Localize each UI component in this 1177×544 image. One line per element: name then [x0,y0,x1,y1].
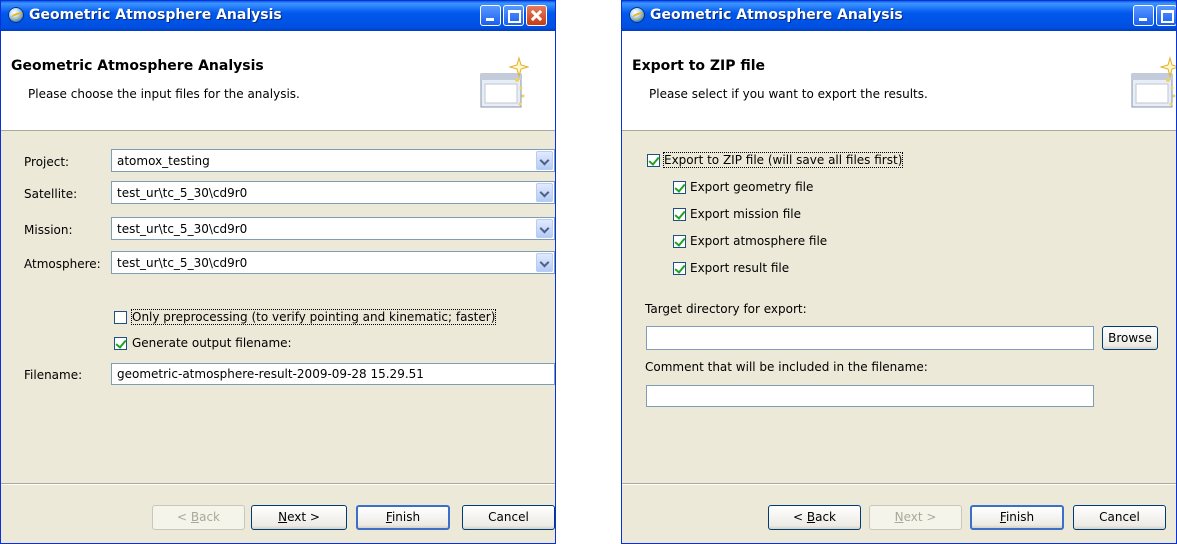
page-subtitle: Please choose the input files for the an… [28,87,300,101]
page-title: Geometric Atmosphere Analysis [11,58,264,74]
chevron-down-icon[interactable] [536,253,553,272]
back-button[interactable]: < Back [768,505,861,530]
back-mnemonic: B [806,510,816,524]
comment-field[interactable] [646,385,1094,407]
window-title: Geometric Atmosphere Analysis [650,7,903,23]
export-result-label[interactable]: Export result file [690,261,789,275]
export-result-checkbox[interactable] [673,262,686,275]
export-zip-checkbox[interactable] [647,154,660,167]
filename-value: geometric-atmosphere-result-2009-09-28 1… [117,367,424,381]
export-atmosphere-label[interactable]: Export atmosphere file [690,234,827,248]
back-rest: ack [199,510,220,524]
minimize-icon[interactable] [480,5,501,26]
export-geometry-label[interactable]: Export geometry file [690,180,813,194]
export-mission-label[interactable]: Export mission file [690,207,801,221]
close-icon[interactable] [526,5,547,26]
window-title: Geometric Atmosphere Analysis [29,7,282,23]
next-mnemonic: N [894,510,904,524]
maximize-icon[interactable] [503,5,524,26]
wizard-window-export-zip: Geometric Atmosphere Analysis Export to … [621,0,1177,544]
app-globe-icon [629,7,645,23]
satellite-combo[interactable]: test_ur\tc_5_30\cd9r0 [111,181,555,204]
page-subtitle: Please select if you want to export the … [649,87,928,101]
mission-value: test_ur\tc_5_30\cd9r0 [117,222,248,236]
filename-field[interactable]: geometric-atmosphere-result-2009-09-28 1… [111,363,555,385]
title-bar[interactable]: Geometric Atmosphere Analysis [622,1,1176,31]
only-preprocessing-checkbox[interactable] [114,311,127,324]
next-mnemonic: N [278,510,288,524]
back-rest: ack [815,510,836,524]
title-bar[interactable]: Geometric Atmosphere Analysis [1,1,555,31]
chevron-down-icon[interactable] [536,183,553,202]
finish-button[interactable]: Finish [970,505,1064,530]
next-rest: ext > [903,510,937,524]
page-title: Export to ZIP file [632,58,766,74]
back-prefix: < [792,510,807,524]
wizard-window-icon [1131,56,1176,108]
project-value: atomox_testing [117,154,210,168]
comment-label: Comment that will be included in the fil… [645,360,928,374]
wizard-header: Geometric Atmosphere Analysis Please cho… [1,31,555,131]
finish-rest: inish [391,510,421,524]
generate-filename-label[interactable]: Generate output filename: [132,336,292,350]
back-mnemonic: B [190,510,200,524]
target-directory-label: Target directory for export: [645,302,807,316]
project-combo[interactable]: atomox_testing [111,149,555,172]
maximize-icon[interactable] [1156,5,1176,26]
finish-rest: inish [1005,510,1035,524]
export-mission-checkbox[interactable] [673,208,686,221]
only-preprocessing-label[interactable]: Only preprocessing (to verify pointing a… [130,309,497,325]
finish-button[interactable]: Finish [356,505,450,530]
generate-filename-checkbox[interactable] [114,337,127,350]
cancel-button[interactable]: Cancel [1073,505,1166,530]
back-button[interactable]: < Back [152,505,245,530]
app-globe-icon [8,7,24,23]
satellite-label: Satellite: [24,187,78,201]
next-button[interactable]: Next > [251,505,347,530]
export-atmosphere-checkbox[interactable] [673,235,686,248]
next-button[interactable]: Next > [869,505,962,530]
export-geometry-checkbox[interactable] [673,181,686,194]
button-separator [622,483,1176,485]
wizard-window-icon [480,56,529,108]
next-rest: ext > [287,510,320,524]
button-separator [1,483,555,485]
browse-button[interactable]: Browse [1102,326,1158,350]
back-prefix: < [176,510,191,524]
project-label: Project: [24,155,70,169]
chevron-down-icon[interactable] [536,151,553,170]
atmosphere-label: Atmosphere: [24,257,101,271]
target-directory-field[interactable] [646,326,1094,350]
wizard-window-input-files: Geometric Atmosphere Analysis Geometric … [0,0,556,544]
atmosphere-combo[interactable]: test_ur\tc_5_30\cd9r0 [111,251,555,274]
export-zip-label[interactable]: Export to ZIP file (will save all files … [662,152,904,168]
satellite-value: test_ur\tc_5_30\cd9r0 [117,186,248,200]
mission-label: Mission: [24,223,73,237]
atmosphere-value: test_ur\tc_5_30\cd9r0 [117,256,248,270]
cancel-button[interactable]: Cancel [462,505,555,530]
chevron-down-icon[interactable] [536,219,553,238]
mission-combo[interactable]: test_ur\tc_5_30\cd9r0 [111,217,555,240]
filename-label: Filename: [24,368,83,382]
wizard-header: Export to ZIP file Please select if you … [622,31,1176,131]
minimize-icon[interactable] [1133,5,1154,26]
